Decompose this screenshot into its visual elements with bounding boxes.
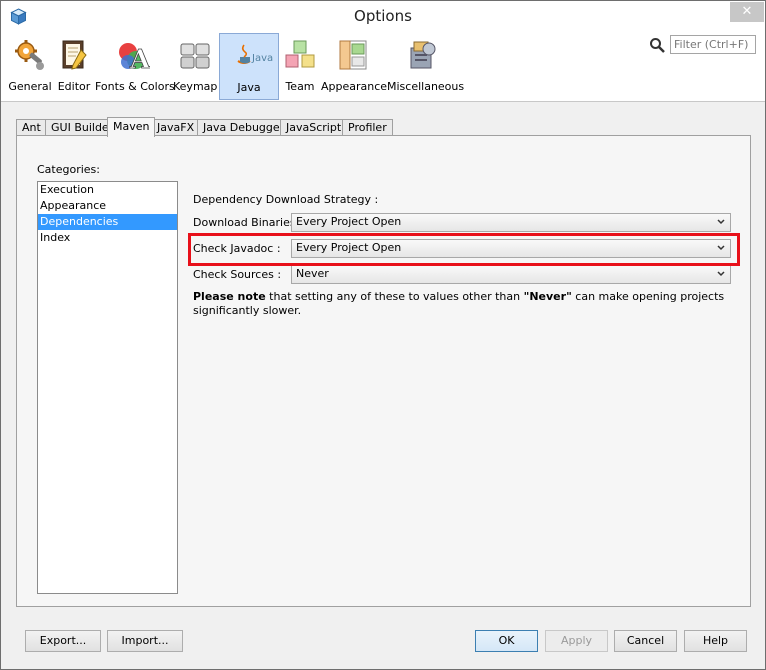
tab-maven[interactable]: Maven: [107, 117, 156, 137]
chevron-down-icon: [717, 271, 725, 277]
category-miscellaneous[interactable]: Miscellaneous: [387, 33, 465, 100]
category-label: Miscellaneous: [387, 80, 465, 93]
note-bold-prefix: Please note: [193, 290, 266, 303]
category-general[interactable]: General: [7, 33, 53, 100]
category-appearance[interactable]: Appearance: [321, 33, 388, 100]
note-text-mid: that setting any of these to values othe…: [265, 290, 524, 303]
import-button[interactable]: Import...: [107, 630, 183, 652]
check-sources-select[interactable]: Never: [291, 265, 731, 284]
search-icon: [650, 38, 665, 53]
tab-javascript[interactable]: JavaScript: [280, 119, 348, 136]
check-javadoc-value: Every Project Open: [296, 241, 402, 254]
categories-label: Categories:: [37, 163, 100, 176]
tab-profiler[interactable]: Profiler: [342, 119, 393, 136]
check-javadoc-select[interactable]: Every Project Open: [291, 239, 731, 258]
note-bold-value: "Never": [523, 290, 572, 303]
check-sources-value: Never: [296, 267, 329, 280]
cancel-button[interactable]: Cancel: [614, 630, 677, 652]
maven-panel: Categories: Execution Appearance Depende…: [16, 135, 751, 607]
download-binaries-value: Every Project Open: [296, 215, 402, 228]
editor-icon: [62, 40, 87, 70]
export-button[interactable]: Export...: [25, 630, 101, 652]
gear-icon: [15, 40, 44, 70]
download-binaries-select[interactable]: Every Project Open: [291, 213, 731, 232]
apply-button[interactable]: Apply: [545, 630, 608, 652]
ok-button[interactable]: OK: [475, 630, 538, 652]
category-label: Appearance: [321, 80, 388, 93]
category-team[interactable]: Team: [281, 33, 319, 100]
check-javadoc-label: Check Javadoc :: [193, 242, 281, 255]
category-fonts-colors[interactable]: A Fonts & Colors: [95, 33, 175, 100]
download-binaries-label: Download Binaries :: [193, 216, 303, 229]
performance-note: Please note that setting any of these to…: [193, 290, 738, 318]
fonts-colors-icon: A: [119, 43, 150, 72]
categories-list[interactable]: Execution Appearance Dependencies Index: [37, 181, 178, 594]
category-label: Editor: [57, 80, 91, 93]
miscellaneous-icon: [410, 41, 436, 69]
tab-ant[interactable]: Ant: [16, 119, 47, 136]
team-icon: [285, 40, 315, 68]
appearance-icon: [339, 40, 367, 70]
chevron-down-icon: [717, 245, 725, 251]
list-item-appearance[interactable]: Appearance: [38, 198, 177, 214]
list-item-execution[interactable]: Execution: [38, 182, 177, 198]
svg-text:A: A: [129, 45, 150, 72]
category-label: Fonts & Colors: [95, 80, 175, 93]
filter-input[interactable]: [670, 35, 756, 54]
category-editor[interactable]: Editor: [55, 33, 93, 100]
category-java[interactable]: Java Java: [219, 33, 279, 100]
keymap-icon: [180, 43, 210, 69]
help-button[interactable]: Help: [684, 630, 747, 652]
category-toolbar: General Editor A Fonts & Colors Keymap J…: [1, 32, 765, 102]
category-label: Keymap: [173, 80, 218, 93]
list-item-dependencies[interactable]: Dependencies: [38, 214, 177, 230]
chevron-down-icon: [717, 219, 725, 225]
category-label: General: [8, 80, 52, 93]
category-label: Team: [285, 80, 315, 93]
category-label: Java: [237, 81, 261, 94]
options-window: Options ✕ General Editor A Fonts & Color…: [0, 0, 766, 670]
java-icon: Java: [237, 44, 273, 64]
tab-java-debugger[interactable]: Java Debugger: [197, 119, 291, 136]
tab-javafx[interactable]: JavaFX: [151, 119, 201, 136]
title-bar[interactable]: Options ✕: [1, 1, 765, 32]
java-logo-text: Java: [251, 53, 273, 64]
close-button[interactable]: ✕: [730, 2, 764, 22]
dependency-strategy-heading: Dependency Download Strategy :: [193, 193, 379, 206]
list-item-index[interactable]: Index: [38, 230, 177, 246]
window-title: Options: [354, 7, 412, 25]
category-keymap[interactable]: Keymap: [173, 33, 217, 100]
check-sources-label: Check Sources :: [193, 268, 282, 281]
